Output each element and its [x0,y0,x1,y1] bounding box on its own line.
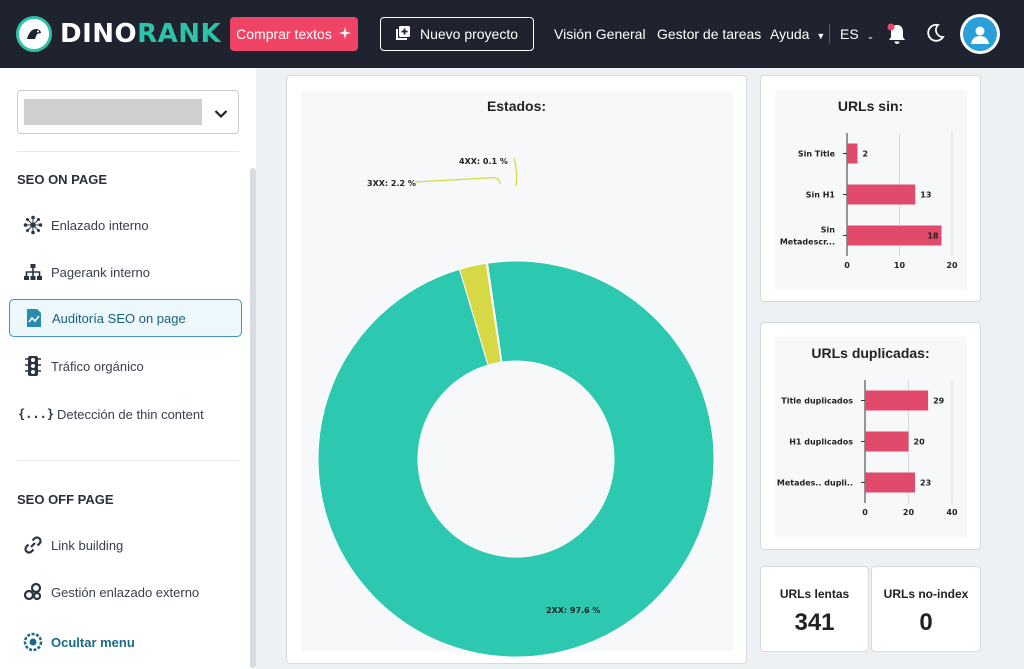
urls-duplicadas-bar-chart: 0 20 40 Title duplicados 29 H1 duplicados 20 Me… [777,380,958,517]
link-icon [23,535,43,555]
bar[interactable] [847,184,916,205]
sidebar-item-trafico-organico[interactable]: Tráfico orgánico [9,347,242,385]
y-category-label: H1 duplicados [789,438,853,447]
dinorank-logo[interactable]: DINORANK [16,16,221,52]
project-name-redacted [24,99,202,125]
bar[interactable] [865,431,909,452]
moon-icon[interactable] [925,23,945,48]
network-icon [23,215,43,235]
urls-lentas-value: 341 [794,609,835,636]
bar-value-label: 13 [920,191,931,200]
brand-name: DINORANK [60,19,222,49]
buy-texts-label: Comprar textos [236,26,332,42]
donut-leader-line [513,157,518,187]
bar-value-label: 23 [920,479,931,488]
urls-sin-bar-chart: 0 10 20 Sin Title 2 Sin H1 13 Sin Metadescr... 18 [780,133,958,270]
x-tick-label: 10 [894,261,906,270]
x-tick-label: 0 [844,261,850,270]
urls-lentas-card[interactable]: URLs lentas 341 [760,566,869,652]
user-icon [963,17,997,51]
add-copy-icon [395,25,410,43]
sitemap-icon [23,262,43,282]
new-project-button[interactable]: Nuevo proyecto [380,17,534,51]
hide-menu-button[interactable]: Ocultar menu [23,632,135,652]
urls-noindex-label: URLs no-index [883,587,969,601]
estados-card: Estados: 2XX: 97.6 % 3XX: 2.2 % 4XX: 0.1 % [286,75,747,664]
chevron-down-icon: ⌄ [866,31,875,41]
sidebar-item-enlazado-interno[interactable]: Enlazado interno [9,206,242,244]
donut-label: 2XX: 97.6 % [546,606,600,615]
urls-noindex-card[interactable]: URLs no-index 0 [871,566,981,652]
sidebar-scrollbar[interactable] [250,168,256,668]
buy-texts-button[interactable]: Comprar textos [230,17,358,51]
donut-label: 3XX: 2.2 % [367,179,416,188]
bar[interactable] [865,472,916,493]
nav-help-label: Ayuda [770,26,810,42]
x-tick-label: 20 [946,261,958,270]
section-title-seo-off-page: SEO OFF PAGE [17,492,114,507]
hide-menu-label: Ocultar menu [51,634,135,650]
bar[interactable] [865,390,929,411]
sidebar-item-label: Enlazado interno [51,217,149,233]
sidebar-item-label: Link building [51,537,124,553]
y-category-label: Title duplicados [781,397,853,406]
x-tick-label: 40 [946,508,958,517]
nav-overview[interactable]: Visión General [554,26,646,42]
y-category-label: Sin [821,226,836,235]
sidebar-item-pagerank-interno[interactable]: Pagerank interno [9,253,242,291]
sidebar-item-thin-content[interactable]: {...} Detección de thin content [9,395,242,433]
sidebar-item-auditoria-seo[interactable]: Auditoría SEO on page [9,299,242,337]
sidebar-divider [17,460,239,461]
language-selector[interactable]: ES ⌄ [840,26,874,42]
bar-value-label: 29 [933,397,945,406]
urls-noindex-value: 0 [919,609,933,636]
sidebar-item-gestion-enlazado[interactable]: Gestión enlazado externo [9,573,242,611]
urls-sin-card: URLs sin: 0 10 20 Sin Title 2 Sin H1 13 Sin Meta… [760,75,981,302]
hide-menu-icon [23,632,43,652]
section-title-seo-on-page: SEO ON PAGE [17,172,108,187]
x-tick-label: 20 [903,508,915,517]
traffic-light-icon [23,356,43,376]
x-tick-label: 0 [862,508,868,517]
sidebar-item-label: Auditoría SEO on page [52,310,186,326]
code-braces-icon: {...} [17,407,55,421]
donut-leader-line [414,176,501,185]
y-category-label: Sin Title [798,150,836,159]
estados-donut-chart: 2XX: 97.6 % 3XX: 2.2 % 4XX: 0.1 % [317,157,715,658]
sidebar-item-label: Detección de thin content [57,406,204,422]
sparkle-icon [338,26,352,43]
sidebar-item-label: Pagerank interno [51,264,151,280]
bar-value-label: 18 [927,232,939,241]
donut-label: 4XX: 0.1 % [459,157,508,166]
caret-down-icon: ▼ [816,31,826,41]
bar-value-label: 2 [863,150,869,159]
sidebar-item-link-building[interactable]: Link building [9,526,242,564]
y-category-label: Metadescr... [780,238,835,247]
y-category-label: Sin H1 [806,191,836,200]
sidebar-divider [17,151,239,152]
sidebar-item-label: Tráfico orgánico [51,358,144,374]
bar-value-label: 20 [914,438,926,447]
bar[interactable] [847,143,858,164]
links-icon [23,582,43,602]
audit-icon [24,308,44,328]
user-avatar[interactable] [960,14,1000,54]
language-label: ES [840,26,859,42]
dino-logo-icon [16,16,52,52]
sidebar: SEO ON PAGE Enlazado interno Pagerank in… [0,68,256,669]
donut-slice-2xx[interactable] [317,260,715,658]
chevron-down-icon [214,106,228,124]
new-project-label: Nuevo proyecto [419,26,519,42]
bell-icon[interactable] [886,22,908,51]
nav-help[interactable]: Ayuda ▼ [770,26,825,42]
y-category-label: Metades.. dupli.. [777,479,853,488]
urls-duplicadas-card: URLs duplicadas: 0 20 40 Title duplicados 29… [760,322,981,550]
project-select[interactable] [17,90,239,134]
sidebar-item-label: Gestión enlazado externo [51,584,200,600]
top-navbar: DINORANK Comprar textos Nuevo proyecto V… [0,0,1024,68]
nav-divider [829,24,830,44]
nav-task-manager[interactable]: Gestor de tareas [657,26,761,42]
urls-lentas-label: URLs lentas [779,587,850,601]
